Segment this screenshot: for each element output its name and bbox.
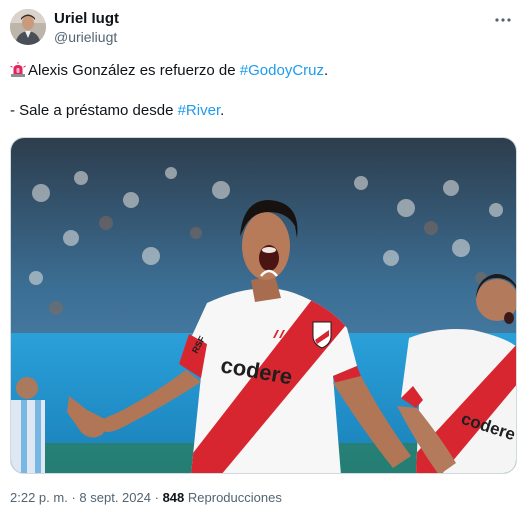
hashtag-godoycruz[interactable]: #GodoyCruz: [240, 62, 324, 79]
avatar[interactable]: [10, 9, 46, 45]
tweet-text-segment: .: [220, 102, 225, 119]
author-handle[interactable]: @urieliugt: [54, 28, 119, 46]
tweet-text-segment: - Sale a préstamo desde: [10, 102, 178, 119]
police-car-light-icon: [10, 62, 26, 78]
tweet-time[interactable]: 2:22 p. m.: [10, 490, 68, 505]
views-label: Reproducciones: [187, 490, 282, 505]
tweet-text-segment: Alexis González es refuerzo de: [28, 62, 240, 79]
tweet-header: Uriel Iugt @urieliugt: [10, 9, 514, 49]
tweet-meta: 2:22 p. m. · 8 sept. 2024 · 848 Reproduc…: [10, 490, 282, 506]
author-display-name[interactable]: Uriel Iugt: [54, 10, 119, 28]
more-options-icon[interactable]: [494, 11, 512, 29]
views-count: 848: [162, 490, 185, 505]
author-names: Uriel Iugt @urieliugt: [54, 10, 119, 46]
tweet-line-2: - Sale a préstamo desde #River.: [10, 101, 514, 121]
tweet-date[interactable]: 8 sept. 2024: [79, 490, 151, 505]
hashtag-river[interactable]: #River: [178, 102, 221, 119]
line-spacer: [10, 81, 514, 101]
meta-separator: ·: [154, 490, 159, 505]
tweet-text: Alexis González es refuerzo de #GodoyCru…: [10, 61, 514, 121]
tweet-photo[interactable]: codere codere RSF: [10, 137, 517, 474]
tweet-line-1: Alexis González es refuerzo de #GodoyCru…: [10, 61, 514, 81]
meta-separator: ·: [71, 490, 76, 505]
tweet-text-segment: .: [324, 62, 329, 79]
